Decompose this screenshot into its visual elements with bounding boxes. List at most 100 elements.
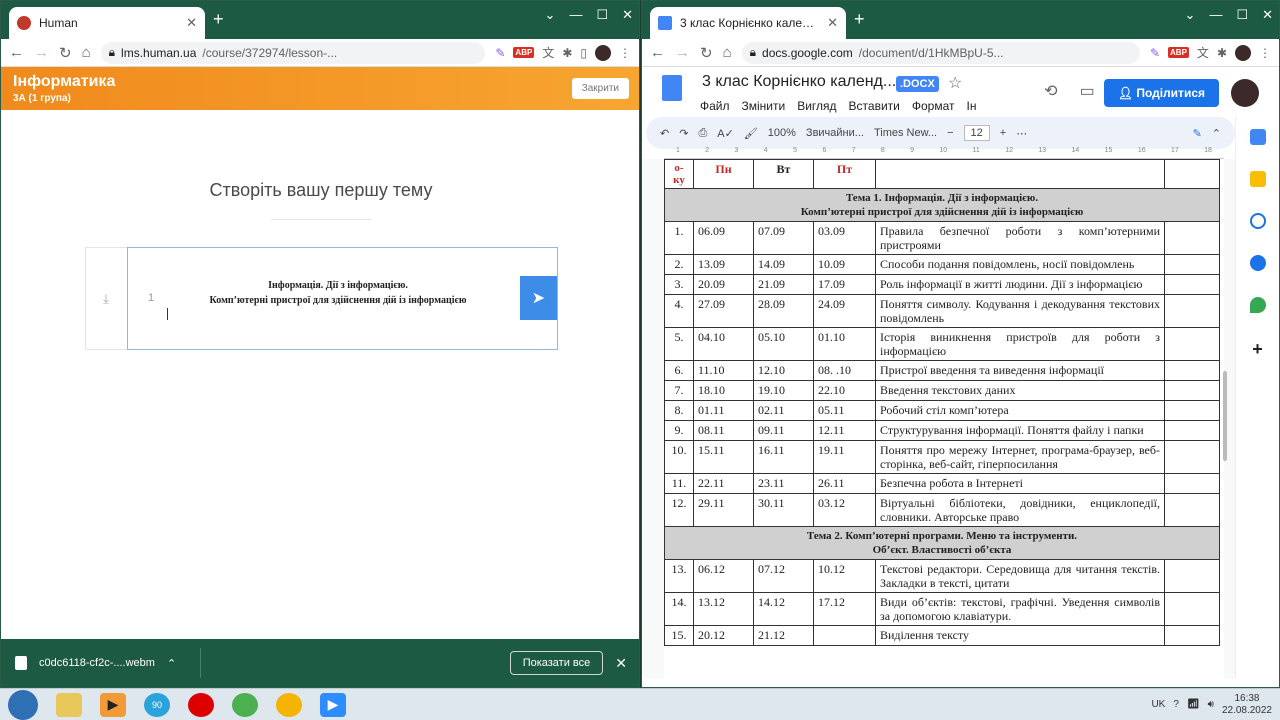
chrome-icon[interactable] bbox=[232, 692, 258, 717]
document-title[interactable]: 3 клас Корнієнко календ... bbox=[702, 73, 896, 91]
tue-date[interactable]: 02.11 bbox=[753, 400, 814, 421]
notes-cell[interactable] bbox=[1164, 400, 1220, 421]
back-icon[interactable]: ← bbox=[9, 44, 24, 61]
close-download-bar-icon[interactable]: ✕ bbox=[615, 655, 627, 672]
notes-cell[interactable] bbox=[1164, 274, 1220, 295]
minimize-icon[interactable]: — bbox=[569, 7, 582, 23]
notes-cell[interactable] bbox=[1164, 221, 1220, 255]
extension-icon[interactable]: ✱ bbox=[562, 46, 572, 60]
tasks-icon[interactable] bbox=[1249, 213, 1266, 229]
mon-date[interactable]: 13.09 bbox=[693, 254, 754, 275]
tue-date[interactable]: 09.11 bbox=[753, 420, 814, 441]
fri-date[interactable]: 08. .10 bbox=[813, 360, 876, 381]
redo-icon[interactable]: ↷ bbox=[679, 127, 688, 140]
fri-date[interactable]: 05.11 bbox=[813, 400, 876, 421]
forward-icon[interactable]: → bbox=[34, 44, 49, 61]
lesson-number[interactable]: 7. bbox=[664, 380, 694, 401]
user-avatar[interactable] bbox=[1231, 79, 1259, 107]
language-indicator[interactable]: UK bbox=[1151, 699, 1165, 710]
fri-date[interactable]: 22.10 bbox=[813, 380, 876, 401]
mon-date[interactable]: 18.10 bbox=[693, 380, 754, 401]
spellcheck-icon[interactable]: A✓ bbox=[717, 127, 734, 140]
extension-icon[interactable]: ✱ bbox=[1217, 46, 1227, 60]
url-field[interactable]: 🔒︎ docs.google.com/document/d/1HkMBpU-5.… bbox=[741, 41, 1140, 64]
print-icon[interactable]: ⎙ bbox=[698, 127, 707, 140]
opera-icon[interactable] bbox=[188, 692, 214, 717]
lesson-number[interactable]: 11. bbox=[664, 473, 694, 494]
lesson-number[interactable]: 6. bbox=[664, 360, 694, 381]
media-player-icon[interactable]: ▶ bbox=[100, 692, 126, 717]
lesson-number[interactable]: 4. bbox=[664, 294, 694, 328]
maps-icon[interactable] bbox=[1249, 297, 1266, 313]
lesson-number[interactable]: 14. bbox=[664, 592, 694, 626]
mon-date[interactable]: 22.11 bbox=[693, 473, 754, 494]
file-explorer-icon[interactable] bbox=[56, 692, 82, 717]
home-icon[interactable]: ⌂ bbox=[82, 44, 91, 61]
close-window-icon[interactable]: ✕ bbox=[622, 7, 633, 23]
tue-date[interactable]: 07.09 bbox=[753, 221, 814, 255]
share-button[interactable]: 👤︎ Поділитися bbox=[1103, 79, 1219, 107]
notes-cell[interactable] bbox=[1164, 420, 1220, 441]
mon-date[interactable]: 20.12 bbox=[693, 625, 754, 646]
lesson-number[interactable]: 10. bbox=[664, 440, 694, 474]
tue-date[interactable]: 30.11 bbox=[753, 493, 814, 527]
history-icon[interactable]: ⟲ bbox=[1044, 81, 1057, 101]
lesson-topic[interactable]: Історія виникнення пристроїв для роботи … bbox=[875, 327, 1165, 361]
menu-tools[interactable]: Ін bbox=[967, 99, 977, 113]
network-icon[interactable]: 📶︎ bbox=[1187, 699, 1200, 710]
mon-date[interactable]: 15.11 bbox=[693, 440, 754, 474]
mon-date[interactable]: 27.09 bbox=[693, 294, 754, 328]
lesson-topic[interactable]: Введення текстових даних bbox=[875, 380, 1165, 401]
undo-icon[interactable]: ↶ bbox=[660, 127, 669, 140]
close-tab-icon[interactable]: ✕ bbox=[827, 15, 838, 31]
menu-icon[interactable]: ⋮ bbox=[619, 46, 631, 60]
tab-google-doc[interactable]: 3 клас Корнієнко календарне 2( ✕ bbox=[650, 7, 846, 39]
fri-date[interactable]: 10.09 bbox=[813, 254, 876, 275]
star-icon[interactable]: ☆ bbox=[948, 73, 962, 93]
new-tab-icon[interactable]: + bbox=[854, 9, 865, 30]
contacts-icon[interactable] bbox=[1249, 255, 1266, 271]
fri-date[interactable]: 17.12 bbox=[813, 592, 876, 626]
volume-icon[interactable]: 🔊︎ bbox=[1208, 699, 1214, 710]
telegram-icon[interactable]: 90 bbox=[144, 692, 170, 717]
scrollbar[interactable] bbox=[1223, 371, 1227, 461]
adblock-icon[interactable]: ABP bbox=[513, 47, 535, 58]
tue-date[interactable]: 23.11 bbox=[753, 473, 814, 494]
lesson-topic[interactable]: Поняття символу. Кодування і декодування… bbox=[875, 294, 1165, 328]
reload-icon[interactable]: ↻ bbox=[59, 44, 72, 62]
profile-avatar[interactable] bbox=[1235, 44, 1251, 61]
close-window-icon[interactable]: ✕ bbox=[1262, 7, 1273, 23]
new-tab-icon[interactable]: + bbox=[213, 9, 224, 30]
zoom-select[interactable]: 100% bbox=[768, 127, 796, 139]
keep-icon[interactable] bbox=[1249, 171, 1266, 187]
tue-date[interactable]: 28.09 bbox=[753, 294, 814, 328]
fri-date[interactable]: 03.09 bbox=[813, 221, 876, 255]
collapse-icon[interactable]: ⌃ bbox=[1212, 127, 1221, 140]
mon-date[interactable]: 06.09 bbox=[693, 221, 754, 255]
lesson-number[interactable]: 8. bbox=[664, 400, 694, 421]
lesson-number[interactable]: 2. bbox=[664, 254, 694, 275]
download-filename[interactable]: c0dc6118-cf2c-....webm bbox=[39, 657, 155, 669]
mon-date[interactable]: 04.10 bbox=[693, 327, 754, 361]
tue-date[interactable]: 14.12 bbox=[753, 592, 814, 626]
notes-cell[interactable] bbox=[1164, 254, 1220, 275]
profile-avatar[interactable] bbox=[595, 44, 611, 61]
tue-date[interactable]: 19.10 bbox=[753, 380, 814, 401]
forward-icon[interactable]: → bbox=[675, 44, 690, 61]
pen-extension-icon[interactable]: ✎ bbox=[495, 46, 505, 60]
translate-icon[interactable]: 文 bbox=[542, 44, 554, 61]
zoom-icon[interactable]: ▶ bbox=[320, 692, 346, 717]
menu-icon[interactable]: ⋮ bbox=[1259, 46, 1271, 60]
menu-insert[interactable]: Вставити bbox=[849, 99, 900, 113]
lesson-number[interactable]: 9. bbox=[664, 420, 694, 441]
mon-date[interactable]: 11.10 bbox=[693, 360, 754, 381]
calendar-icon[interactable] bbox=[1249, 129, 1266, 145]
tue-date[interactable]: 14.09 bbox=[753, 254, 814, 275]
lesson-topic[interactable]: Робочий стіл комп’ютера bbox=[875, 400, 1165, 421]
tue-date[interactable]: 16.11 bbox=[753, 440, 814, 474]
fri-date[interactable]: 26.11 bbox=[813, 473, 876, 494]
font-size-field[interactable]: 12 bbox=[963, 125, 990, 141]
fri-date[interactable]: 17.09 bbox=[813, 274, 876, 295]
translate-icon[interactable]: 文 bbox=[1197, 44, 1209, 61]
fri-date[interactable]: 24.09 bbox=[813, 294, 876, 328]
